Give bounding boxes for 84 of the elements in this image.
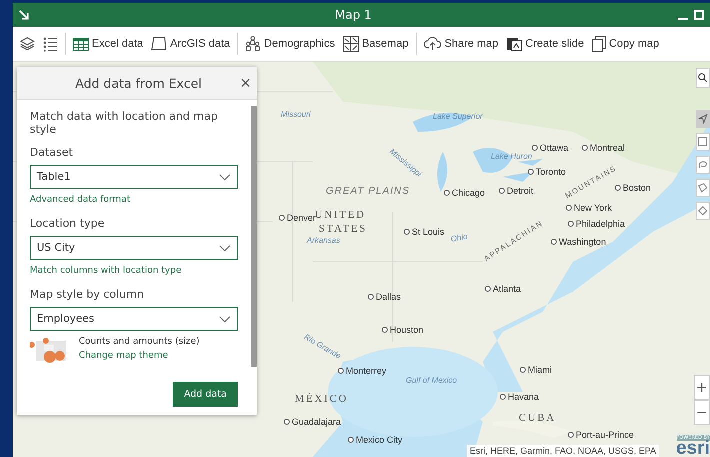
- select-tool-button[interactable]: [696, 133, 710, 151]
- scrollbar[interactable]: [251, 106, 257, 367]
- search-icon: [698, 73, 708, 83]
- search-button[interactable]: [696, 68, 710, 88]
- map-label: Ohio: [450, 232, 468, 244]
- excel-button[interactable]: Excel data: [70, 34, 146, 54]
- map-label: Lake Huron: [491, 152, 532, 161]
- square-icon: [698, 137, 708, 147]
- map-label: Toronto: [528, 167, 566, 177]
- demographics-button[interactable]: Demographics: [242, 33, 338, 55]
- map-label: Ottawa: [532, 143, 569, 153]
- panel-title: Add data from Excel: [74, 76, 203, 90]
- dropdown-field[interactable]: Table1: [30, 165, 238, 189]
- map-label: Port-au-Prince: [568, 430, 634, 440]
- map-label: Miami: [520, 365, 552, 375]
- layers-icon: [20, 37, 35, 51]
- lasso-tool-button[interactable]: [696, 156, 710, 174]
- field-label: Dataset: [30, 146, 74, 159]
- map-label: UNITED: [315, 210, 366, 221]
- map-label: Philadelphia: [568, 219, 626, 229]
- map-label: Monterrey: [338, 366, 387, 376]
- window-title: Map 1: [334, 8, 373, 22]
- pointer-icon: [698, 114, 708, 124]
- logo: esri: [676, 441, 710, 457]
- field-link[interactable]: Match columns with location type: [30, 266, 182, 276]
- cloud-upload-icon: [424, 37, 442, 51]
- map-label: Missouri: [281, 110, 311, 119]
- share-button[interactable]: Share map: [420, 34, 502, 54]
- map-label: Chicago: [444, 188, 486, 198]
- chevron-down-icon: [219, 316, 231, 322]
- copy-icon: [592, 36, 606, 52]
- map-label: Arkansas: [307, 236, 340, 245]
- panel-intro: Match data with location and map style: [30, 110, 219, 136]
- map-label: Houston: [382, 325, 424, 335]
- close-button[interactable]: ×: [234, 73, 257, 93]
- maximize-icon[interactable]: [694, 10, 704, 20]
- slide-button[interactable]: Create slide: [504, 33, 588, 55]
- map-label: CUBA: [519, 413, 556, 424]
- diamond-icon: [698, 206, 708, 216]
- clear-tool-button[interactable]: [696, 202, 710, 220]
- map-label: Denver: [279, 213, 316, 223]
- slide-icon: [506, 36, 523, 52]
- map-label: St Louis: [404, 227, 445, 237]
- people-icon: [245, 36, 262, 52]
- map-label: Dallas: [368, 292, 402, 302]
- dropdown-field[interactable]: Employees: [30, 307, 238, 331]
- map-label: Washington: [551, 237, 606, 247]
- polygon-tool-button[interactable]: [696, 179, 710, 197]
- map-label: Boston: [615, 183, 652, 193]
- theme-name: Counts and amounts (size): [79, 337, 200, 347]
- map-label: GREAT PLAINS: [326, 186, 410, 197]
- map-label: Montreal: [582, 143, 626, 153]
- chevron-down-icon: [219, 174, 231, 180]
- change-theme-link[interactable]: Change map theme: [79, 351, 168, 361]
- navigate-tool-button[interactable]: [696, 110, 710, 128]
- map-label: MÉXICO: [295, 394, 348, 405]
- map-label: Guadalajara: [284, 417, 342, 427]
- map-label: Atlanta: [485, 284, 522, 294]
- polygon-icon: [698, 183, 708, 193]
- collapse-arrow-icon[interactable]: [19, 10, 29, 20]
- add-data-button[interactable]: Add data: [173, 382, 238, 407]
- map-label: Gulf of Mexico: [406, 376, 458, 385]
- map-attribution: Esri, HERE, Garmin, FAO, NOAA, USGS, EPA: [467, 445, 660, 457]
- field-label: Location type: [30, 217, 106, 230]
- map-label: New York: [566, 203, 612, 213]
- map-label: Detroit: [499, 186, 534, 196]
- grid-map-icon: [343, 36, 360, 52]
- list-icon: [43, 36, 58, 52]
- copy-button[interactable]: Copy map: [589, 33, 662, 55]
- map-outline-icon: [151, 37, 168, 51]
- map-label: Mexico City: [348, 435, 403, 445]
- zoom-in-button[interactable]: +: [694, 375, 710, 400]
- field-link[interactable]: Advanced data format: [30, 195, 130, 205]
- arcgis-button[interactable]: ArcGIS data: [148, 34, 234, 54]
- map-label: STATES: [319, 224, 368, 235]
- lasso-icon: [698, 160, 708, 170]
- map-label: Lake Superior: [433, 112, 483, 121]
- dropdown-field[interactable]: US City: [30, 236, 238, 260]
- zoom-out-button[interactable]: −: [694, 400, 710, 425]
- field-label: Map style by column: [30, 288, 146, 301]
- chevron-down-icon: [219, 244, 231, 252]
- map-label: Havana: [500, 392, 540, 402]
- basemap-button[interactable]: Basemap: [340, 33, 412, 55]
- table-icon: [73, 38, 89, 50]
